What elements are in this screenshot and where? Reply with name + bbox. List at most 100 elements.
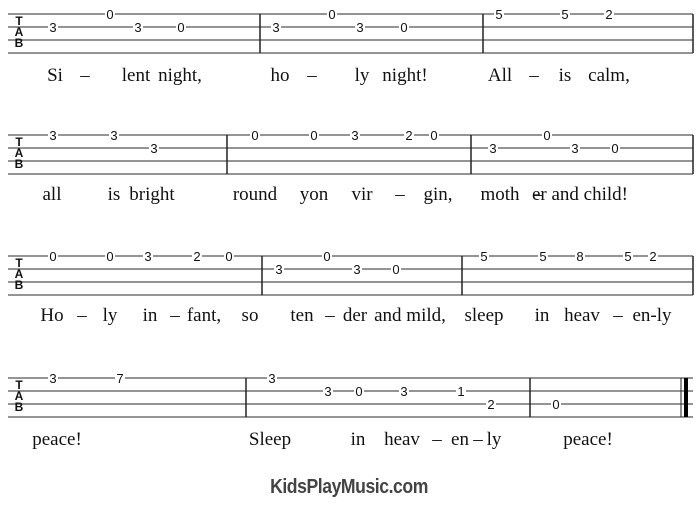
tablature-sheet: TAB303 0 303 05 5 2Si – lent night, ho – ly night! Al… xyxy=(8,7,694,450)
lyric-syllable: er and child! xyxy=(532,184,628,205)
lyric-syllable: peace! xyxy=(563,429,613,450)
lyric-syllable: heav xyxy=(384,429,420,450)
lyric-syllable: is xyxy=(559,65,572,86)
fret-number: 3 xyxy=(144,249,151,264)
lyric-syllable: sleep xyxy=(464,305,503,326)
fret-number: 5 xyxy=(561,7,568,22)
lyric-syllable: and mild, xyxy=(374,305,446,326)
lyric-syllable: – xyxy=(169,305,180,326)
fret-number: 3 xyxy=(351,128,358,143)
fret-number: 0 xyxy=(355,384,362,399)
fret-number: 5 xyxy=(624,249,631,264)
lyric-syllable: – xyxy=(612,305,623,326)
tab-clef-letter: B xyxy=(15,400,24,414)
lyric-syllable: is xyxy=(108,184,121,205)
lyric-syllable: in xyxy=(535,305,550,326)
fret-number: 3 xyxy=(400,384,407,399)
fret-number: 0 xyxy=(49,249,56,264)
lyric-syllable: – xyxy=(324,305,335,326)
lyric-syllable: ly xyxy=(103,305,118,326)
fret-number: 3 xyxy=(324,384,331,399)
fret-number: 0 xyxy=(310,128,317,143)
tab-clef-letter: B xyxy=(15,278,24,292)
fret-number: 3 xyxy=(49,371,56,386)
lyric-syllable: moth xyxy=(480,184,520,205)
lyric-syllable: lent xyxy=(122,65,151,86)
fret-number: 3 xyxy=(49,128,56,143)
fret-number: 3 xyxy=(571,141,578,156)
fret-number: 0 xyxy=(328,7,335,22)
lyric-syllable: round xyxy=(233,184,278,205)
lyric-syllable: night, xyxy=(158,65,202,86)
fret-number: 0 xyxy=(106,7,113,22)
lyric-syllable: ly xyxy=(487,429,502,450)
lyric-syllable: peace! xyxy=(32,429,82,450)
lyric-syllable: yon xyxy=(300,184,329,205)
lyric-syllable: ten xyxy=(290,305,314,326)
lyric-syllable: en xyxy=(451,429,469,450)
lyric-syllable: in xyxy=(351,429,366,450)
fret-number: 0 xyxy=(392,262,399,277)
lyric-syllable: – xyxy=(76,305,87,326)
lyric-syllable: – xyxy=(528,65,539,86)
fret-number: 5 xyxy=(495,7,502,22)
fret-number: 0 xyxy=(225,249,232,264)
lyric-syllable: – xyxy=(394,184,405,205)
lyric-syllable: so xyxy=(242,305,259,326)
fret-number: 0 xyxy=(323,249,330,264)
fret-number: 0 xyxy=(177,20,184,35)
fret-number: 3 xyxy=(356,20,363,35)
fret-number: 3 xyxy=(150,141,157,156)
fret-number: 0 xyxy=(552,397,559,412)
fret-number: 3 xyxy=(268,371,275,386)
fret-number: 0 xyxy=(251,128,258,143)
fret-number: 3 xyxy=(134,20,141,35)
lyric-syllable: gin, xyxy=(423,184,452,205)
fret-number: 0 xyxy=(611,141,618,156)
lyric-syllable: der xyxy=(343,305,368,326)
fret-number: 7 xyxy=(116,371,123,386)
lyric-syllable: Ho xyxy=(40,305,63,326)
lyric-syllable: All xyxy=(488,65,512,86)
lyric-syllable: Si xyxy=(47,65,63,86)
fret-number: 3 xyxy=(353,262,360,277)
lyric-syllable: all xyxy=(43,184,62,205)
fret-number: 0 xyxy=(430,128,437,143)
fret-number: 1 xyxy=(457,384,464,399)
fret-number: 2 xyxy=(605,7,612,22)
fret-number: 2 xyxy=(193,249,200,264)
fret-number: 2 xyxy=(649,249,656,264)
fret-number: 3 xyxy=(49,20,56,35)
fret-number: 3 xyxy=(489,141,496,156)
fret-number: 3 xyxy=(272,20,279,35)
lyric-syllable: – xyxy=(431,429,442,450)
fret-number: 3 xyxy=(110,128,117,143)
lyric-syllable: night! xyxy=(382,65,427,86)
fret-number: 0 xyxy=(106,249,113,264)
lyric-syllable: – xyxy=(79,65,90,86)
lyric-syllable: – xyxy=(306,65,317,86)
lyric-syllable: – xyxy=(472,429,483,450)
final-barline-thick xyxy=(684,378,688,417)
fret-number: 0 xyxy=(400,20,407,35)
fret-number: 3 xyxy=(275,262,282,277)
fret-number: 5 xyxy=(539,249,546,264)
tab-clef-letter: B xyxy=(15,36,24,50)
lyric-syllable: calm, xyxy=(588,65,630,86)
lyric-syllable: en-ly xyxy=(632,305,672,326)
fret-number: 5 xyxy=(480,249,487,264)
lyric-syllable: vir xyxy=(351,184,373,205)
lyric-syllable: ly xyxy=(355,65,370,86)
lyric-syllable: Sleep xyxy=(249,429,291,450)
lyric-syllable: fant, xyxy=(187,305,221,326)
lyric-syllable: bright xyxy=(129,184,175,205)
lyric-syllable: ho xyxy=(271,65,290,86)
fret-number: 2 xyxy=(487,397,494,412)
lyric-syllable: in xyxy=(143,305,158,326)
lyric-syllable: heav xyxy=(564,305,600,326)
fret-number: 8 xyxy=(576,249,583,264)
fret-number: 2 xyxy=(405,128,412,143)
site-brand: KidsPlayMusic.com xyxy=(270,476,428,498)
fret-number: 0 xyxy=(543,128,550,143)
tab-clef-letter: B xyxy=(15,157,24,171)
